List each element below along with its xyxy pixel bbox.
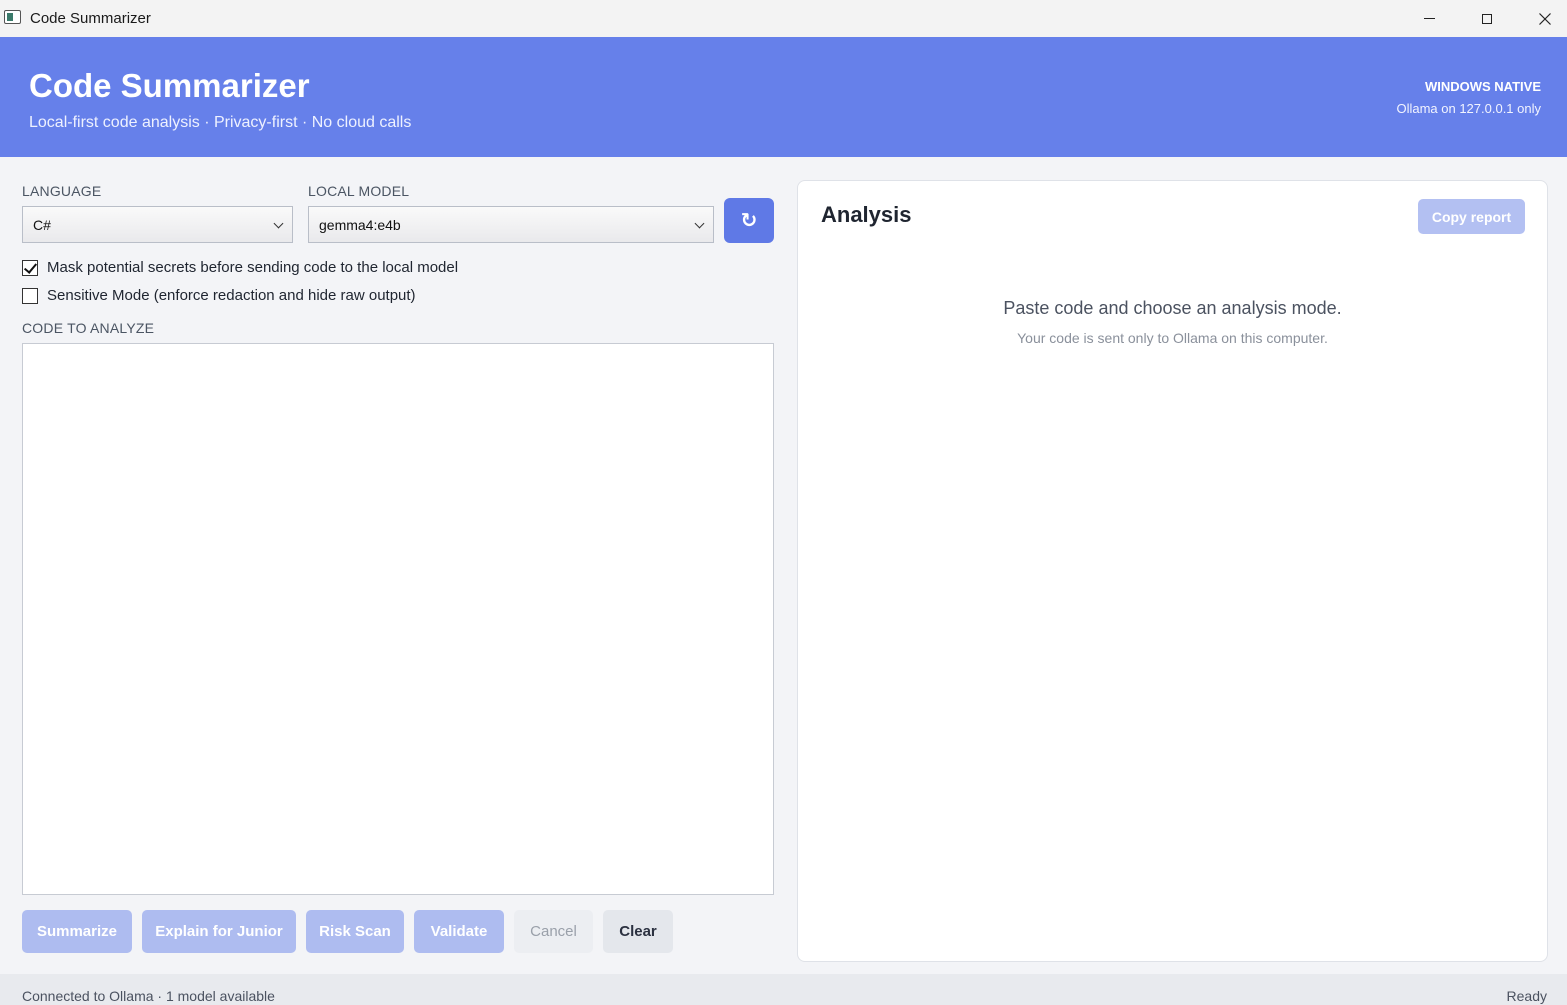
refresh-icon: ↻ <box>740 210 758 232</box>
analysis-title: Analysis <box>821 202 912 227</box>
language-select[interactable]: C# <box>22 206 293 243</box>
connection-status: Connected to Ollama · 1 model available <box>22 988 275 1004</box>
app-subtitle: Local-first code analysis · Privacy-firs… <box>29 114 412 131</box>
sensitive-mode-label: Sensitive Mode (enforce redaction and hi… <box>47 287 416 304</box>
code-label: CODE TO ANALYZE <box>22 320 155 336</box>
language-value: C# <box>33 216 51 233</box>
window-title: Code Summarizer <box>30 10 151 27</box>
code-input[interactable] <box>22 343 774 895</box>
close-icon <box>1539 12 1551 25</box>
sensitive-mode-checkbox[interactable] <box>22 287 38 304</box>
window-titlebar: Code Summarizer <box>0 0 1567 37</box>
minimize-icon <box>1423 18 1435 19</box>
analysis-empty-title: Paste code and choose an analysis mode. <box>1003 298 1342 318</box>
chevron-down-icon <box>694 218 705 229</box>
status-bar: Connected to Ollama · 1 model available … <box>0 974 1567 1005</box>
app-header: Code Summarizer Local-first code analysi… <box>0 37 1567 157</box>
maximize-icon <box>1482 13 1492 24</box>
cancel-button[interactable]: Cancel <box>514 910 593 953</box>
mask-secrets-checkbox[interactable] <box>22 259 38 276</box>
close-button[interactable] <box>1516 0 1567 37</box>
model-label: LOCAL MODEL <box>308 183 410 199</box>
mask-secrets-label: Mask potential secrets before sending co… <box>47 259 459 276</box>
language-label: LANGUAGE <box>22 183 102 199</box>
summarize-button[interactable]: Summarize <box>22 910 132 953</box>
model-select[interactable]: gemma4:e4b <box>308 206 714 243</box>
ready-status: Ready <box>1506 988 1547 1004</box>
clear-button[interactable]: Clear <box>603 910 673 953</box>
mask-secrets-option[interactable]: Mask potential secrets before sending co… <box>22 259 458 276</box>
environment-subtitle: Ollama on 127.0.0.1 only <box>1396 101 1541 116</box>
explain-junior-button[interactable]: Explain for Junior <box>142 910 296 953</box>
minimize-button[interactable] <box>1400 0 1458 37</box>
maximize-button[interactable] <box>1458 0 1516 37</box>
refresh-models-button[interactable]: ↻ <box>724 198 774 243</box>
risk-scan-button[interactable]: Risk Scan <box>306 910 404 953</box>
copy-report-button[interactable]: Copy report <box>1418 199 1525 234</box>
environment-badge: WINDOWS NATIVE <box>1424 79 1541 94</box>
validate-button[interactable]: Validate <box>414 910 504 953</box>
model-value: gemma4:e4b <box>319 216 401 233</box>
app-title: Code Summarizer <box>29 67 310 104</box>
analysis-panel: Analysis Copy report Paste code and choo… <box>797 180 1548 962</box>
chevron-down-icon <box>273 218 284 229</box>
analysis-empty-subtitle: Your code is sent only to Ollama on this… <box>1017 330 1328 346</box>
sensitive-mode-option[interactable]: Sensitive Mode (enforce redaction and hi… <box>22 287 416 304</box>
app-icon <box>4 10 21 24</box>
